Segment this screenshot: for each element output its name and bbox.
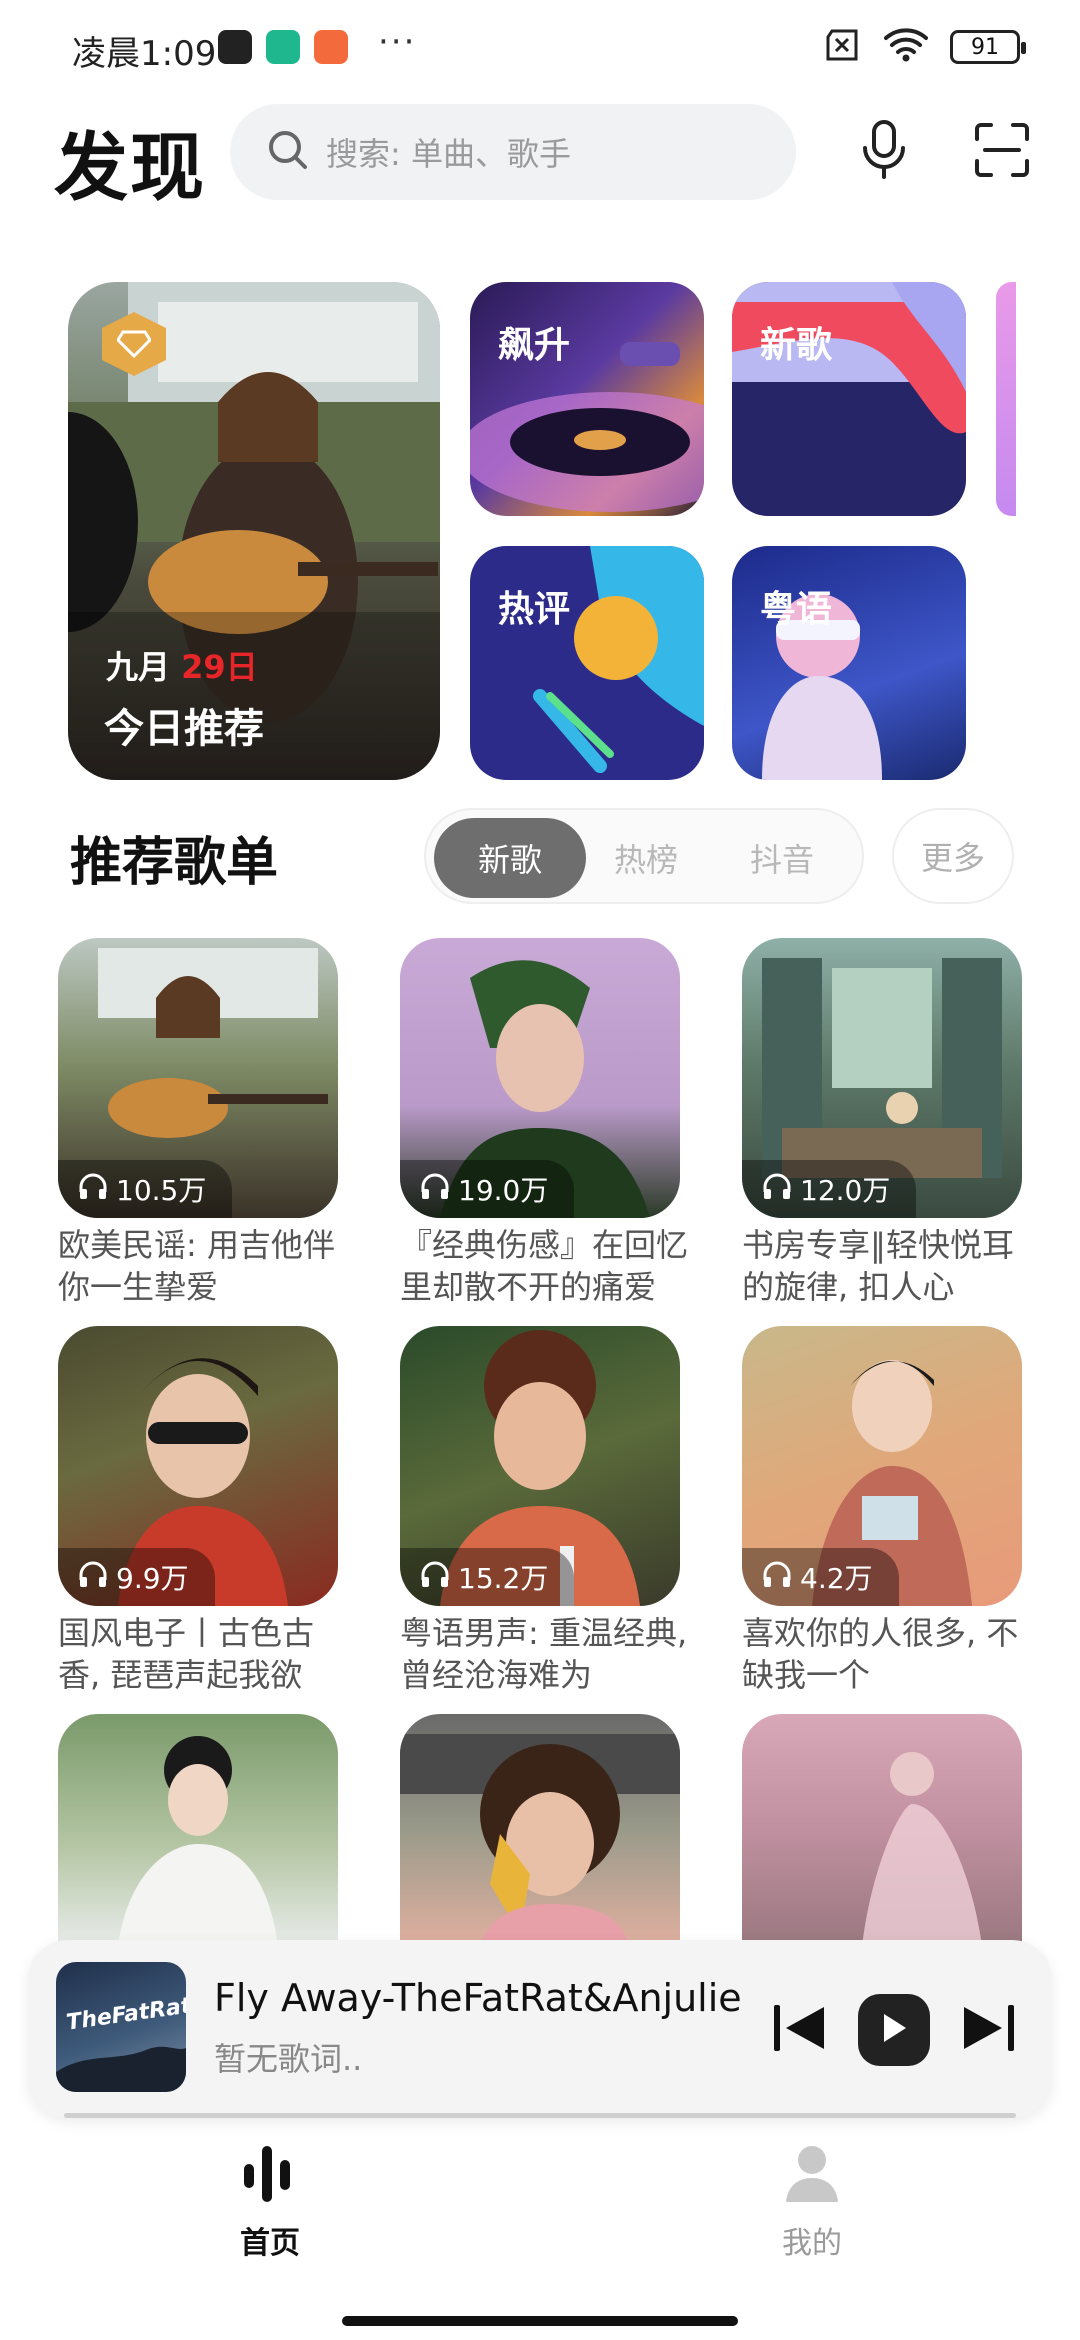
tiktok-app-icon — [218, 30, 252, 64]
playlist-cover: 10.5万 — [58, 938, 338, 1218]
tile-new-songs[interactable]: 新歌 — [732, 282, 966, 516]
tile-soaring[interactable]: 飙升 — [470, 282, 704, 516]
nav-home-label: 首页 — [240, 2226, 300, 2261]
scan-icon — [973, 121, 1031, 183]
daily-label: 今日推荐 — [104, 706, 264, 752]
play-icon — [880, 2012, 908, 2048]
now-playing-cover: TheFatRat — [56, 1962, 186, 2092]
tile-cantonese-label: 粤语 — [760, 589, 833, 630]
search-placeholder: 搜索: 单曲、歌手 — [326, 135, 571, 173]
orange-app-icon — [314, 30, 348, 64]
lyrics-status: 暂无歌词.. — [214, 2040, 363, 2078]
now-playing-title: Fly Away-TheFatRat&Anjulie — [214, 1976, 742, 2020]
headphones-icon — [420, 1172, 450, 1207]
tile-new-songs-label: 新歌 — [760, 325, 833, 366]
play-count: 12.0万 — [800, 1174, 891, 1207]
microphone-button[interactable] — [848, 116, 920, 188]
search-input[interactable]: 搜索: 单曲、歌手 — [230, 104, 796, 200]
playlist-title: 欧美民谣: 用吉他伴你一生挚爱 — [58, 1226, 335, 1306]
play-count: 4.2万 — [800, 1562, 873, 1595]
playlist-card[interactable]: 15.2万 粤语男声: 重温经典, 曾经沧海难为 — [400, 1326, 687, 1696]
more-button[interactable]: 更多 — [892, 808, 1014, 904]
playlist-cover: 4.2万 — [742, 1326, 1022, 1606]
playlist-cover: 12.0万 — [742, 938, 1022, 1218]
tile-hot-comments-label: 热评 — [498, 589, 571, 630]
page-title: 发现 — [54, 125, 206, 211]
playlist-card[interactable]: 4.2万 喜欢你的人很多, 不缺我一个 — [742, 1326, 1022, 1696]
daily-recommend-card[interactable]: 九月 29日 今日推荐 — [68, 282, 440, 780]
playlist-title: 粤语男声: 重温经典, 曾经沧海难为 — [400, 1614, 688, 1694]
playlist-cover: 15.2万 — [400, 1326, 680, 1606]
headphones-icon — [420, 1560, 450, 1595]
sim-icon — [822, 29, 862, 65]
green-app-icon — [266, 30, 300, 64]
playlist-title: 『经典伤感』在回忆里却散不开的痛爱 — [400, 1226, 689, 1306]
playlist-title: 喜欢你的人很多, 不缺我一个 — [742, 1614, 1019, 1694]
more-notifications-icon: ··· — [378, 22, 417, 62]
user-icon — [780, 2140, 844, 2208]
play-count: 10.5万 — [116, 1174, 207, 1207]
playlist-cover: 9.9万 — [58, 1326, 338, 1606]
section-title: 推荐歌单 — [70, 833, 279, 893]
playlist-cover: 19.0万 — [400, 938, 680, 1218]
playback-progress-bar[interactable] — [64, 2113, 1016, 2118]
play-count: 15.2万 — [458, 1562, 549, 1595]
play-count: 9.9万 — [116, 1562, 189, 1595]
playlist-card[interactable] — [400, 1714, 680, 1946]
play-button[interactable] — [858, 1994, 930, 2066]
next-button[interactable] — [958, 2000, 1018, 2060]
playlist-card[interactable]: 10.5万 欧美民谣: 用吉他伴你一生挚爱 — [58, 938, 338, 1308]
tile-hot-comments[interactable]: 热评 — [470, 546, 704, 780]
playlist-card[interactable]: 19.0万 『经典伤感』在回忆里却散不开的痛爱 — [400, 938, 688, 1308]
wifi-icon — [884, 28, 928, 66]
play-count: 19.0万 — [458, 1174, 549, 1207]
tab-douyin[interactable]: 抖音 — [706, 818, 858, 898]
battery-icon: 91 — [950, 30, 1026, 64]
headphones-icon — [762, 1560, 792, 1595]
tab-hot[interactable]: 热榜 — [570, 818, 722, 898]
headphones-icon — [762, 1172, 792, 1207]
playlist-card[interactable]: 9.9万 国风电子丨古色古香, 琵琶声起我欲 — [58, 1326, 338, 1696]
headphones-icon — [78, 1172, 108, 1207]
daily-month: 九月 — [106, 648, 171, 686]
playlist-tabs: 新歌 热榜 抖音 — [424, 808, 864, 904]
playlist-card[interactable]: 12.0万 书房专享‖轻快悦耳的旋律, 扣人心 — [742, 938, 1022, 1308]
mini-player[interactable]: TheFatRat Fly Away-TheFatRat&Anjulie 暂无歌… — [28, 1940, 1052, 2118]
search-icon — [266, 128, 310, 176]
playlist-card[interactable] — [742, 1714, 1022, 1946]
playlist-title: 国风电子丨古色古香, 琵琶声起我欲 — [58, 1614, 315, 1694]
playlist-cover — [58, 1714, 338, 1946]
tile-soaring-label: 飙升 — [498, 325, 571, 366]
playlist-title: 书房专享‖轻快悦耳的旋律, 扣人心 — [742, 1226, 1015, 1306]
playlist-card[interactable] — [58, 1714, 338, 1946]
home-indicator[interactable] — [342, 2316, 738, 2326]
nav-mine[interactable]: 我的 — [712, 2140, 912, 2261]
scan-button[interactable] — [966, 116, 1038, 188]
tab-new[interactable]: 新歌 — [434, 818, 586, 898]
status-time: 凌晨1:09 — [72, 34, 217, 74]
tile-peek[interactable] — [996, 282, 1016, 516]
playlist-cover — [742, 1714, 1022, 1946]
previous-icon — [772, 2003, 828, 2057]
daily-day: 29日 — [181, 648, 258, 686]
microphone-icon — [859, 120, 909, 184]
headphones-icon — [78, 1560, 108, 1595]
previous-button[interactable] — [770, 2000, 830, 2060]
next-icon — [960, 2003, 1016, 2057]
tile-cantonese[interactable]: 粤语 — [732, 546, 966, 780]
waveform-icon — [238, 2140, 302, 2208]
status-bar: 凌晨1:09 ··· 91 — [0, 0, 1080, 96]
playlist-cover — [400, 1714, 680, 1946]
nav-mine-label: 我的 — [782, 2226, 842, 2261]
nav-home[interactable]: 首页 — [170, 2140, 370, 2261]
